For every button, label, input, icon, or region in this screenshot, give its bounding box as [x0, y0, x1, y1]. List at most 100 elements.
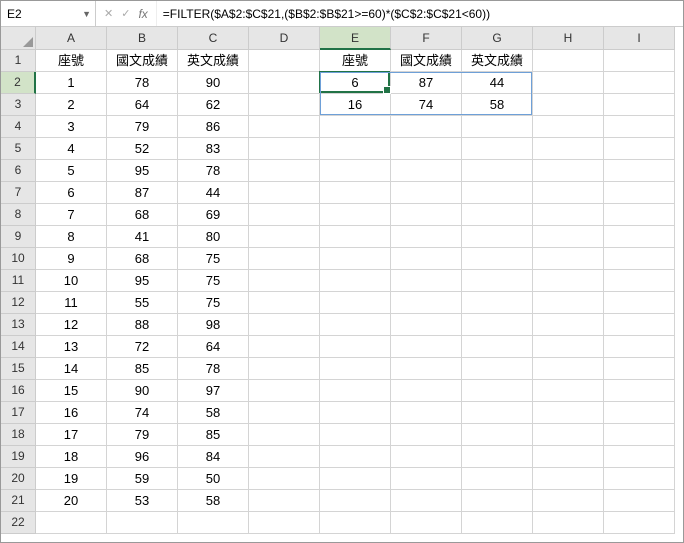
cell-E19[interactable] — [320, 446, 391, 468]
cell-F13[interactable] — [391, 314, 462, 336]
cell-G7[interactable] — [462, 182, 533, 204]
name-box[interactable]: ▼ — [1, 1, 96, 26]
cell-A17[interactable]: 16 — [36, 402, 107, 424]
cell-F22[interactable] — [391, 512, 462, 534]
cell-G11[interactable] — [462, 270, 533, 292]
cell-D17[interactable] — [249, 402, 320, 424]
cell-B16[interactable]: 90 — [107, 380, 178, 402]
cell-F9[interactable] — [391, 226, 462, 248]
cell-C9[interactable]: 80 — [178, 226, 249, 248]
cell-F5[interactable] — [391, 138, 462, 160]
cell-B8[interactable]: 68 — [107, 204, 178, 226]
column-header-B[interactable]: B — [107, 27, 178, 50]
cell-I16[interactable] — [604, 380, 675, 402]
cell-C17[interactable]: 58 — [178, 402, 249, 424]
cell-A19[interactable]: 18 — [36, 446, 107, 468]
cell-D6[interactable] — [249, 160, 320, 182]
row-header-5[interactable]: 5 — [1, 138, 36, 160]
cell-F17[interactable] — [391, 402, 462, 424]
cell-E16[interactable] — [320, 380, 391, 402]
cell-F16[interactable] — [391, 380, 462, 402]
cell-E20[interactable] — [320, 468, 391, 490]
cell-C22[interactable] — [178, 512, 249, 534]
row-header-12[interactable]: 12 — [1, 292, 36, 314]
cell-I5[interactable] — [604, 138, 675, 160]
cells-area[interactable]: 座號國文成績英文成績座號國文成績英文成績17890687442646216745… — [36, 50, 683, 534]
column-header-H[interactable]: H — [533, 27, 604, 50]
cell-I10[interactable] — [604, 248, 675, 270]
cell-C7[interactable]: 44 — [178, 182, 249, 204]
cell-D21[interactable] — [249, 490, 320, 512]
row-header-3[interactable]: 3 — [1, 94, 36, 116]
cell-B5[interactable]: 52 — [107, 138, 178, 160]
cell-H1[interactable] — [533, 50, 604, 72]
cell-B14[interactable]: 72 — [107, 336, 178, 358]
cell-A8[interactable]: 7 — [36, 204, 107, 226]
cell-C5[interactable]: 83 — [178, 138, 249, 160]
cell-I13[interactable] — [604, 314, 675, 336]
row-header-14[interactable]: 14 — [1, 336, 36, 358]
cell-E17[interactable] — [320, 402, 391, 424]
column-header-E[interactable]: E — [320, 27, 391, 50]
cell-G12[interactable] — [462, 292, 533, 314]
column-header-G[interactable]: G — [462, 27, 533, 50]
cell-D11[interactable] — [249, 270, 320, 292]
row-header-21[interactable]: 21 — [1, 490, 36, 512]
cell-D8[interactable] — [249, 204, 320, 226]
cell-I1[interactable] — [604, 50, 675, 72]
cell-G18[interactable] — [462, 424, 533, 446]
cell-D10[interactable] — [249, 248, 320, 270]
cell-A2[interactable]: 1 — [36, 72, 107, 94]
cell-G21[interactable] — [462, 490, 533, 512]
cell-D19[interactable] — [249, 446, 320, 468]
column-header-C[interactable]: C — [178, 27, 249, 50]
cell-D1[interactable] — [249, 50, 320, 72]
formula-input[interactable] — [157, 1, 683, 26]
cell-E13[interactable] — [320, 314, 391, 336]
cell-A3[interactable]: 2 — [36, 94, 107, 116]
cell-C12[interactable]: 75 — [178, 292, 249, 314]
row-header-16[interactable]: 16 — [1, 380, 36, 402]
cell-C10[interactable]: 75 — [178, 248, 249, 270]
cell-F15[interactable] — [391, 358, 462, 380]
cell-E10[interactable] — [320, 248, 391, 270]
cell-B20[interactable]: 59 — [107, 468, 178, 490]
cell-C14[interactable]: 64 — [178, 336, 249, 358]
cell-G10[interactable] — [462, 248, 533, 270]
cell-C1[interactable]: 英文成績 — [178, 50, 249, 72]
cell-B2[interactable]: 78 — [107, 72, 178, 94]
cell-I17[interactable] — [604, 402, 675, 424]
cell-E12[interactable] — [320, 292, 391, 314]
cell-G15[interactable] — [462, 358, 533, 380]
cell-D15[interactable] — [249, 358, 320, 380]
cell-E21[interactable] — [320, 490, 391, 512]
cell-F20[interactable] — [391, 468, 462, 490]
cell-D3[interactable] — [249, 94, 320, 116]
cell-B11[interactable]: 95 — [107, 270, 178, 292]
row-header-2[interactable]: 2 — [1, 72, 36, 94]
cell-C15[interactable]: 78 — [178, 358, 249, 380]
cell-H14[interactable] — [533, 336, 604, 358]
cell-E11[interactable] — [320, 270, 391, 292]
cell-F1[interactable]: 國文成績 — [391, 50, 462, 72]
cell-H10[interactable] — [533, 248, 604, 270]
cell-I12[interactable] — [604, 292, 675, 314]
cell-A13[interactable]: 12 — [36, 314, 107, 336]
cell-A12[interactable]: 11 — [36, 292, 107, 314]
cell-H22[interactable] — [533, 512, 604, 534]
cell-I4[interactable] — [604, 116, 675, 138]
cell-F4[interactable] — [391, 116, 462, 138]
cell-H8[interactable] — [533, 204, 604, 226]
column-header-F[interactable]: F — [391, 27, 462, 50]
cell-B6[interactable]: 95 — [107, 160, 178, 182]
enter-icon[interactable]: ✓ — [121, 7, 130, 20]
cell-A10[interactable]: 9 — [36, 248, 107, 270]
cell-I21[interactable] — [604, 490, 675, 512]
cell-H19[interactable] — [533, 446, 604, 468]
column-header-A[interactable]: A — [36, 27, 107, 50]
cell-H13[interactable] — [533, 314, 604, 336]
cell-D7[interactable] — [249, 182, 320, 204]
cell-F14[interactable] — [391, 336, 462, 358]
row-header-17[interactable]: 17 — [1, 402, 36, 424]
cell-F10[interactable] — [391, 248, 462, 270]
